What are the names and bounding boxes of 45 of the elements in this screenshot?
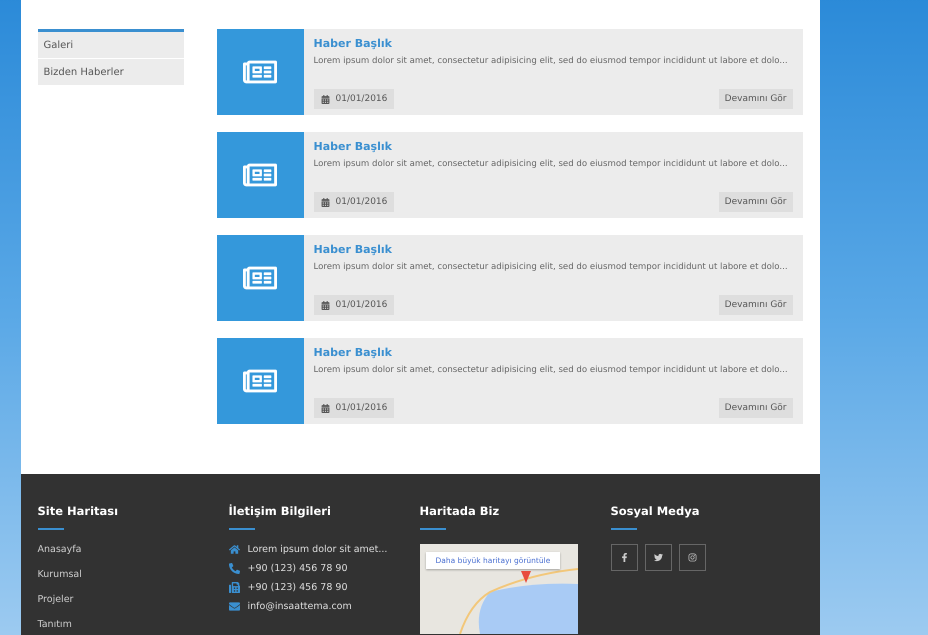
footer-link[interactable]: Kurumsal: [38, 569, 228, 580]
map-pin-icon: [520, 571, 530, 583]
read-more-button[interactable]: Devamını Gör: [718, 89, 792, 109]
contact-text: info@insaattema.com: [248, 601, 352, 612]
read-more-button[interactable]: Devamını Gör: [718, 398, 792, 418]
contact-text: +90 (123) 456 78 90: [248, 582, 348, 593]
news-title[interactable]: Haber Başlık: [314, 346, 792, 359]
news-excerpt: Lorem ipsum dolor sit amet, consectetur adipisicing elit, sed do eiusmod tempor incididunt ut labore et dolo...: [314, 159, 789, 169]
footer-link[interactable]: Tanıtım: [38, 619, 228, 630]
news-excerpt: Lorem ipsum dolor sit amet, consectetur adipisicing elit, sed do eiusmod tempor incididunt ut labore et dolo...: [314, 262, 789, 272]
calendar-icon: [320, 404, 330, 412]
fax-icon: [228, 582, 240, 593]
footer-heading: Sosyal Medya: [610, 504, 700, 518]
contact-text: +90 (123) 456 78 90: [248, 563, 348, 574]
news-title[interactable]: Haber Başlık: [314, 140, 792, 153]
phone-icon: [228, 563, 240, 574]
home-icon: [228, 544, 240, 555]
news-title[interactable]: Haber Başlık: [314, 243, 792, 256]
calendar-icon: [320, 94, 330, 104]
news-excerpt: Lorem ipsum dolor sit amet, consectetur adipisicing elit, sed do eiusmod tempor incididunt ut labore et dolo...: [314, 56, 789, 66]
calendar-icon: [320, 300, 330, 310]
footer-heading: Haritada Biz: [420, 504, 500, 518]
date-text: 01/01/2016: [336, 403, 388, 413]
read-more-button[interactable]: Devamını Gör: [718, 192, 792, 212]
news-title[interactable]: Haber Başlık: [314, 37, 792, 50]
footer-heading: İletişim Bilgileri: [228, 504, 332, 518]
news-excerpt: Lorem ipsum dolor sit amet, consectetur adipisicing elit, sed do eiusmod tempor incididunt ut labore et dolo...: [314, 365, 789, 375]
date-text: 01/01/2016: [336, 94, 388, 104]
read-more-button[interactable]: Devamını Gör: [718, 295, 792, 315]
date-text: 01/01/2016: [336, 300, 388, 310]
calendar-icon: [320, 198, 330, 206]
social-button[interactable]: [678, 544, 706, 571]
sidebar-item[interactable]: Galeri: [38, 32, 184, 58]
date-text: 01/01/2016: [336, 197, 388, 207]
twitter-icon: [654, 553, 662, 562]
facebook-icon: [620, 553, 628, 562]
instagram-icon: [688, 553, 696, 562]
social-button[interactable]: [610, 544, 638, 571]
envelope-icon: [228, 601, 240, 612]
sidebar-item[interactable]: Bizden Haberler: [38, 59, 184, 85]
footer-link[interactable]: Anasayfa: [38, 544, 228, 555]
footer-link[interactable]: Projeler: [38, 594, 228, 605]
social-button[interactable]: [644, 544, 672, 571]
footer-heading: Site Haritası: [38, 504, 120, 518]
contact-text: Lorem ipsum dolor sit amet...: [248, 544, 388, 555]
